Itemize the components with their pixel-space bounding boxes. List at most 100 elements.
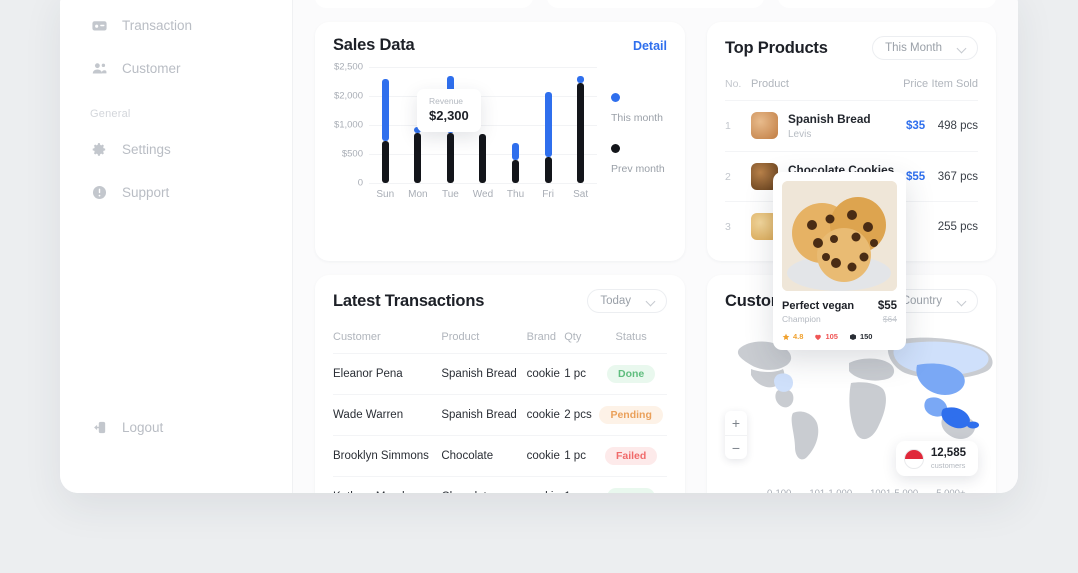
stat-cards-row-partial — [315, 0, 997, 8]
chevron-down-icon — [647, 297, 656, 306]
table-row[interactable]: Eleanor Pena Spanish Bread cookie 1 pc D… — [333, 353, 667, 395]
quantity: 1 pc — [564, 476, 596, 493]
transaction-icon — [90, 17, 108, 35]
sidebar-nav-main: Transaction Customer — [60, 4, 292, 90]
row-number: 1 — [725, 100, 751, 152]
column-header: Status — [615, 331, 647, 344]
legend-label: 101-1,000 — [809, 488, 852, 493]
column-header: Product — [441, 331, 480, 344]
row-number: 2 — [725, 150, 751, 202]
sales-data-card: Sales Data Detail $2,500 $2,000 $1,000 $… — [315, 22, 685, 262]
bar-group-thu[interactable] — [512, 67, 520, 183]
customer-count: 12,585 — [930, 447, 966, 460]
popup-title-row: Perfect vegan $55 — [782, 300, 897, 312]
x-tick-label: Sat — [573, 189, 589, 200]
stat-card[interactable] — [546, 0, 765, 8]
bar-group-fri[interactable] — [544, 67, 552, 183]
y-tick-label: 0 — [357, 177, 363, 189]
product-price: $55 — [902, 150, 929, 202]
indonesia-flag-icon — [903, 448, 924, 469]
x-tick-label: Fri — [542, 189, 554, 200]
product-name: Spanish Bread — [441, 353, 527, 395]
top-products-title: Top Products — [725, 38, 828, 57]
bar-group-sat[interactable] — [577, 67, 585, 183]
table-row[interactable]: Kathryn Murphy Chocolate cookie 1 pc Don… — [333, 476, 667, 493]
product-cell: Spanish Bread Levis — [751, 112, 902, 140]
product-name: Chocolate — [441, 435, 527, 477]
table-row[interactable]: Wade Warren Spanish Bread cookie 2 pcs P… — [333, 394, 667, 436]
gear-icon — [90, 141, 108, 159]
stat-card[interactable] — [315, 0, 533, 8]
filter-label: This Month — [885, 42, 942, 54]
sidebar-item-label: Support — [122, 184, 170, 200]
transactions-filter-dropdown[interactable]: Today — [587, 289, 667, 314]
map-zoom-in-button[interactable]: + — [725, 411, 747, 435]
product-image — [782, 181, 897, 291]
status-badge: Done — [607, 488, 656, 493]
info-icon — [90, 184, 108, 202]
chart-bars — [369, 67, 597, 183]
customer-name: Brooklyn Simmons — [333, 435, 442, 477]
sidebar-item-settings[interactable]: Settings — [60, 128, 292, 171]
bar-group-sun[interactable] — [381, 67, 389, 183]
product-name: Chocolate — [441, 476, 527, 493]
main-content: Sales Data Detail $2,500 $2,000 $1,000 $… — [293, 0, 1018, 493]
table-header-row: No. Product Price Item Sold — [725, 70, 978, 101]
brand-name: cookie — [526, 476, 565, 493]
popup-stock-stat: 150 — [849, 332, 872, 341]
logout-button[interactable]: Logout — [60, 406, 292, 449]
popup-rating-stat: 4.8 — [782, 332, 803, 341]
top-products-header: Top Products This Month — [707, 22, 996, 66]
customer-count-caption: customers — [930, 461, 966, 471]
legend-label: 5,000+ — [936, 488, 965, 493]
chart-y-axis: $2,500 $2,000 $1,000 $500 0 — [325, 62, 367, 189]
product-sold: 255 pcs — [928, 201, 978, 252]
map-zoom-out-button[interactable]: − — [725, 435, 747, 459]
product-thumbnail — [751, 112, 778, 140]
sidebar-item-transaction[interactable]: Transaction — [60, 4, 292, 47]
latest-transactions-card: Latest Transactions Today Customer Produ… — [315, 275, 685, 493]
sidebar-item-label: Customer — [122, 60, 181, 76]
quantity: 1 pc — [564, 435, 596, 477]
chart-plot-area — [369, 67, 597, 184]
popup-product-brand: Champion — [782, 314, 821, 324]
legend-label: This month — [611, 112, 663, 124]
popup-likes-stat: 105 — [814, 332, 838, 341]
legend-dot — [611, 93, 620, 102]
chevron-down-icon — [958, 297, 967, 306]
sidebar-item-label: Transaction — [122, 17, 193, 33]
customers-count-badge: 12,585 customers — [895, 441, 978, 477]
quantity: 1 pc — [564, 353, 596, 395]
sidebar-item-support[interactable]: Support — [60, 171, 292, 214]
top-products-filter-dropdown[interactable]: This Month — [872, 36, 978, 60]
x-tick-label: Wed — [472, 189, 494, 200]
product-name: Spanish Bread — [441, 394, 527, 436]
stat-card[interactable] — [778, 0, 997, 8]
legend-label: Prev month — [611, 163, 665, 175]
legend-item: 101-1,000 — [809, 483, 852, 493]
column-header: Customer — [333, 331, 381, 344]
product-price — [902, 201, 929, 252]
table-header-row: Customer Product Brand Qty Status — [333, 323, 667, 354]
x-tick-label: Mon — [408, 189, 428, 200]
popup-product-price: $55 — [877, 300, 897, 312]
chart-plot: $2,500 $2,000 $1,000 $500 0 Sun Mon Tue … — [325, 62, 597, 201]
y-tick-label: $500 — [341, 148, 363, 160]
status-badge: Done — [607, 365, 656, 384]
sidebar-item-customer[interactable]: Customer — [60, 47, 292, 90]
table-row[interactable]: Brooklyn Simmons Chocolate cookie 1 pc F… — [333, 435, 667, 477]
column-header: Item Sold — [931, 78, 978, 90]
popup-stats-row: 4.8 105 150 — [782, 332, 897, 341]
table-row[interactable]: 1 Spanish Bread Levis $35 498 pcs — [725, 100, 978, 152]
sales-detail-link[interactable]: Detail — [633, 39, 667, 53]
y-tick-label: $2,000 — [333, 90, 363, 102]
column-header: Brand — [526, 331, 556, 344]
sidebar: Transaction Customer General Settings Su… — [60, 0, 293, 493]
legend-item: 1001-5,000 — [870, 483, 918, 493]
filter-label: Country — [901, 295, 942, 308]
sales-chart: $2,500 $2,000 $1,000 $500 0 Sun Mon Tue … — [315, 61, 685, 213]
legend-item-this-month: This month — [611, 93, 665, 126]
chart-x-axis: Sun Mon Tue Wed Thu Fri Sat — [369, 189, 597, 200]
tooltip-label: Revenue — [429, 96, 464, 106]
latest-transactions-title: Latest Transactions — [333, 291, 485, 310]
